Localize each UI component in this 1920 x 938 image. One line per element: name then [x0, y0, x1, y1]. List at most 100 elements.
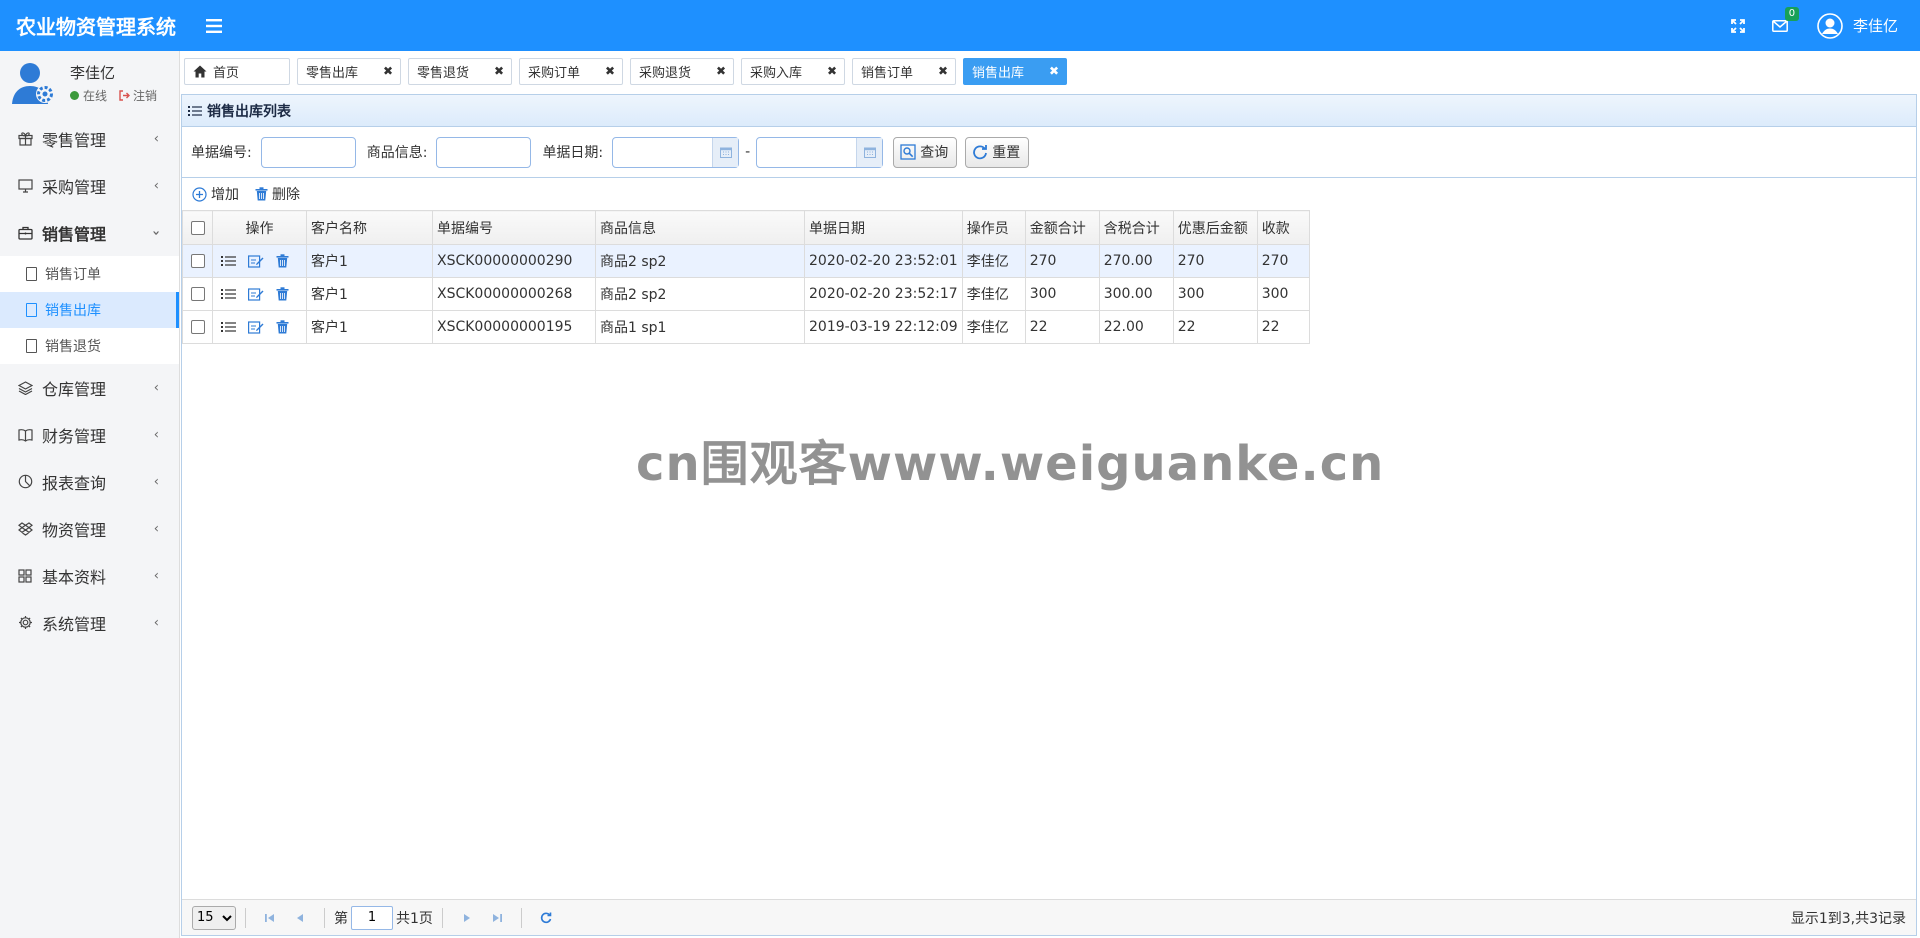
sidebar-item-sales-outbound[interactable]: 销售出库	[0, 292, 179, 328]
cell-amount: 270	[1024, 244, 1100, 278]
cell-customer: 客户1	[306, 277, 433, 311]
row-checkbox[interactable]	[190, 287, 205, 301]
table-row[interactable]: 客户1 XSCK00000000268 商品2 sp2 2020-02-20 2…	[182, 277, 1310, 311]
sidebar-item-sales-return[interactable]: 销售退货	[0, 328, 179, 364]
detail-list-icon[interactable]	[221, 321, 236, 333]
chevron-left-icon: ‹	[153, 427, 159, 442]
tab-retail-outbound[interactable]: 零售出库 ✖	[297, 58, 401, 85]
tab-retail-return[interactable]: 零售退货 ✖	[408, 58, 512, 85]
online-status: 在线	[83, 89, 108, 103]
gear-icon	[18, 615, 34, 631]
end-date-input[interactable]	[756, 136, 884, 168]
sidebar-item-system[interactable]: 系统管理 ‹	[0, 599, 179, 646]
document-icon	[26, 267, 37, 281]
page-prefix: 第	[334, 910, 348, 927]
data-grid: 增加 删除 操作 客户名称 单据编号 商品信息 单据日期 操作员 金额合计 含税…	[182, 177, 1916, 935]
next-page-icon[interactable]	[459, 910, 475, 926]
tab-sales-order[interactable]: 销售订单 ✖	[852, 58, 956, 85]
close-icon[interactable]: ✖	[1049, 64, 1059, 78]
col-date[interactable]: 单据日期	[804, 210, 963, 245]
tab-purchase-order[interactable]: 采购订单 ✖	[519, 58, 623, 85]
col-tax-total[interactable]: 含税合计	[1098, 210, 1174, 245]
trash-icon[interactable]	[276, 320, 289, 334]
cell-amount: 22	[1024, 310, 1100, 344]
tab-sales-outbound[interactable]: 销售出库 ✖	[963, 58, 1067, 85]
col-amount[interactable]: 金额合计	[1024, 210, 1100, 245]
sidebar-item-retail[interactable]: 零售管理 ‹	[0, 115, 179, 162]
col-received[interactable]: 收款	[1256, 210, 1310, 245]
logout-link[interactable]: 注销	[119, 87, 157, 104]
chevron-left-icon: ‹	[153, 178, 159, 193]
col-operations[interactable]: 操作	[212, 210, 307, 245]
edit-icon[interactable]	[248, 320, 264, 334]
close-icon[interactable]: ✖	[494, 64, 504, 78]
home-icon	[193, 65, 207, 78]
col-operator[interactable]: 操作员	[961, 210, 1026, 245]
sidebar-username: 李佳亿	[70, 64, 116, 82]
detail-list-icon[interactable]	[221, 255, 236, 267]
sidebar-item-finance[interactable]: 财务管理 ‹	[0, 411, 179, 458]
col-customer[interactable]: 客户名称	[306, 210, 433, 245]
cell-received: 270	[1256, 244, 1310, 278]
close-icon[interactable]: ✖	[938, 64, 948, 78]
start-date-input[interactable]	[612, 136, 740, 168]
row-checkbox[interactable]	[190, 320, 205, 334]
fullscreen-icon[interactable]	[1727, 15, 1749, 37]
notification-badge: 0	[1784, 6, 1799, 21]
tab-home[interactable]: 首页	[184, 58, 290, 85]
col-goods[interactable]: 商品信息	[595, 210, 805, 245]
page-number-input[interactable]	[351, 905, 393, 930]
sidebar-item-sales[interactable]: 销售管理 ‹	[0, 209, 179, 256]
close-icon[interactable]: ✖	[716, 64, 726, 78]
reset-button[interactable]: 重置	[965, 136, 1030, 168]
cell-customer: 客户1	[306, 310, 433, 344]
trash-icon[interactable]	[276, 287, 289, 301]
col-discounted[interactable]: 优惠后金额	[1172, 210, 1258, 245]
prev-page-icon[interactable]	[292, 910, 308, 926]
sidebar-item-basic-data[interactable]: 基本资料 ‹	[0, 552, 179, 599]
page-size-select[interactable]: 15	[192, 905, 236, 930]
refresh-icon[interactable]	[538, 910, 554, 926]
cell-goods: 商品2 sp2	[595, 244, 805, 278]
pie-chart-icon	[18, 474, 34, 490]
search-bar: 单据编号: 商品信息: 单据日期: - 查询 重置	[182, 127, 1916, 177]
close-icon[interactable]: ✖	[383, 64, 393, 78]
detail-list-icon[interactable]	[221, 288, 236, 300]
sidebar-item-materials[interactable]: 物资管理 ‹	[0, 505, 179, 552]
last-page-icon[interactable]	[489, 910, 505, 926]
calendar-icon[interactable]	[712, 137, 739, 167]
header-checkbox-cell	[182, 210, 213, 245]
query-button[interactable]: 查询	[893, 136, 958, 168]
add-button[interactable]: 增加	[192, 184, 239, 204]
table-row[interactable]: 客户1 XSCK00000000195 商品1 sp1 2019-03-19 2…	[182, 310, 1310, 344]
tab-purchase-inbound[interactable]: 采购入库 ✖	[741, 58, 845, 85]
sidebar-item-warehouse[interactable]: 仓库管理 ‹	[0, 364, 179, 411]
close-icon[interactable]: ✖	[605, 64, 615, 78]
cell-discounted: 300	[1172, 277, 1258, 311]
calendar-icon[interactable]	[856, 137, 883, 167]
delete-button[interactable]: 删除	[255, 184, 300, 204]
cell-goods: 商品2 sp2	[595, 277, 805, 311]
user-menu[interactable]: 李佳亿	[1817, 12, 1898, 39]
bill-no-input[interactable]	[260, 136, 356, 168]
sidebar-item-reports[interactable]: 报表查询 ‹	[0, 458, 179, 505]
row-checkbox[interactable]	[190, 254, 205, 268]
edit-icon[interactable]	[248, 254, 264, 268]
edit-icon[interactable]	[248, 287, 264, 301]
tab-purchase-return[interactable]: 采购退货 ✖	[630, 58, 734, 85]
sidebar-item-sales-order[interactable]: 销售订单	[0, 256, 179, 292]
close-icon[interactable]: ✖	[827, 64, 837, 78]
sales-submenu: 销售订单 销售出库 销售退货	[0, 256, 179, 364]
cell-bill-no: XSCK00000000268	[432, 277, 596, 311]
first-page-icon[interactable]	[262, 910, 278, 926]
cell-operator: 李佳亿	[961, 244, 1026, 278]
trash-icon[interactable]	[276, 254, 289, 268]
table-row[interactable]: 客户1 XSCK00000000290 商品2 sp2 2020-02-20 2…	[182, 244, 1310, 278]
goods-input[interactable]	[436, 136, 532, 168]
col-bill-no[interactable]: 单据编号	[432, 210, 596, 245]
menu-toggle-icon[interactable]	[206, 14, 222, 38]
mail-icon[interactable]: 0	[1769, 6, 1799, 37]
sidebar-item-purchase[interactable]: 采购管理 ‹	[0, 162, 179, 209]
select-all-checkbox[interactable]	[190, 220, 205, 235]
bill-no-label: 单据编号:	[191, 145, 252, 161]
